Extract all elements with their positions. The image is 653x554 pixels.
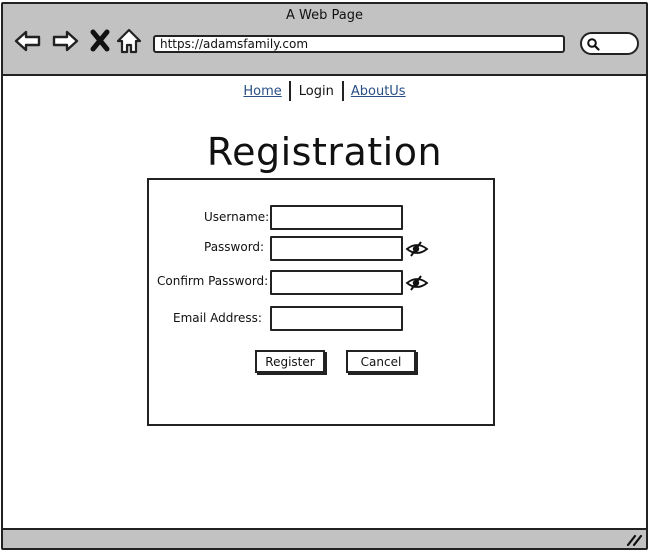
forward-arrow-icon[interactable]	[50, 26, 80, 56]
page-title: Registration	[206, 130, 443, 174]
email-label: Email Address:	[173, 311, 262, 325]
status-bar	[3, 528, 646, 548]
confirm-password-label: Confirm Password:	[157, 274, 269, 288]
password-field[interactable]	[270, 236, 403, 261]
close-x-icon[interactable]	[86, 26, 116, 56]
registration-form: Username: Password: Confirm Password: Em…	[147, 178, 495, 426]
confirm-password-field[interactable]	[270, 270, 403, 295]
home-icon[interactable]	[114, 26, 144, 56]
register-button[interactable]: Register	[255, 350, 325, 373]
eye-slash-icon[interactable]	[405, 241, 429, 257]
password-label: Password:	[204, 240, 265, 254]
search-box[interactable]	[580, 32, 639, 55]
username-field[interactable]	[270, 205, 403, 230]
window-title: A Web Page	[286, 8, 363, 23]
nav-link-home[interactable]: Home	[236, 84, 288, 99]
nav-link-login[interactable]: Login	[291, 84, 342, 99]
back-arrow-icon[interactable]	[13, 26, 43, 56]
search-icon	[587, 38, 600, 51]
email-field[interactable]	[270, 306, 403, 331]
eye-slash-icon[interactable]	[405, 275, 429, 291]
top-nav: Home Login AboutUs	[3, 80, 646, 102]
browser-window: A Web Page https://adamsfamily.com Home …	[1, 2, 648, 550]
resize-grip-icon[interactable]	[626, 532, 642, 546]
cancel-button[interactable]: Cancel	[346, 350, 416, 373]
username-label: Username:	[204, 210, 270, 224]
address-bar[interactable]: https://adamsfamily.com	[153, 35, 565, 53]
browser-titlebar: A Web Page https://adamsfamily.com	[3, 4, 646, 76]
nav-link-about[interactable]: AboutUs	[344, 84, 413, 99]
